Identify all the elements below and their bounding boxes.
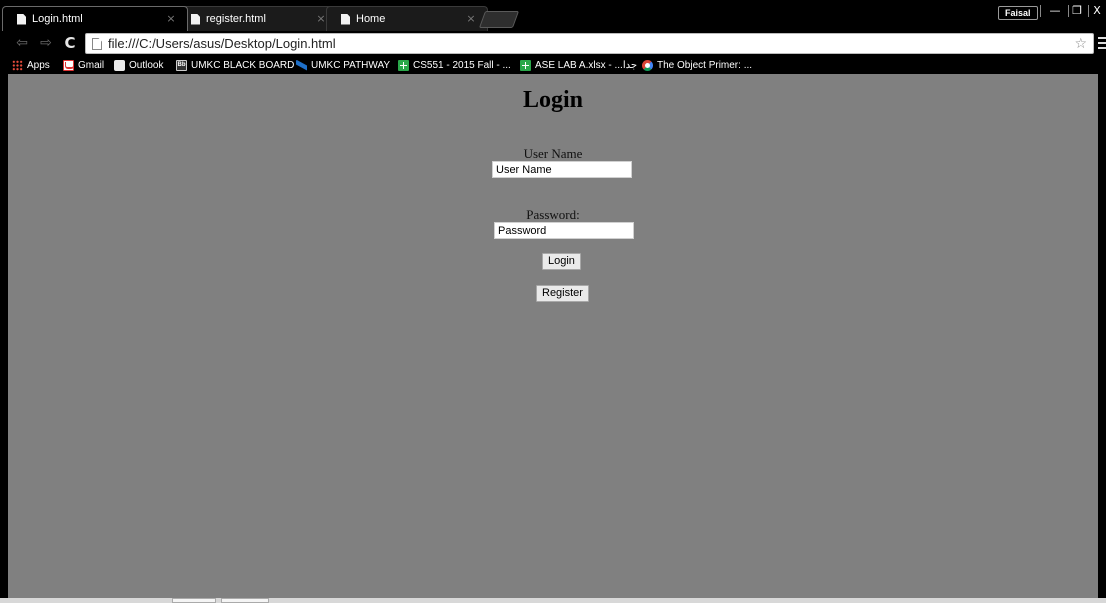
password-input[interactable] bbox=[494, 222, 634, 239]
password-label: Password: bbox=[526, 207, 580, 222]
page-viewport: Login User Name Password: Login Register bbox=[8, 74, 1098, 598]
tab-strip: Login.html × register.html × Home × Fais… bbox=[0, 0, 1106, 31]
blackboard-icon: Bb bbox=[176, 59, 187, 71]
outlook-icon bbox=[114, 59, 125, 71]
sheets-icon bbox=[520, 59, 531, 71]
username-label: User Name bbox=[523, 146, 583, 161]
bookmarks-bar: Apps Gmail Outlook Bb UMKC BLACK BOARD U… bbox=[0, 56, 1106, 74]
bookmark-apps[interactable]: Apps bbox=[12, 57, 50, 73]
google-icon bbox=[642, 59, 653, 71]
sheets-icon bbox=[398, 59, 409, 71]
bookmark-label: Gmail bbox=[78, 59, 105, 71]
tab-label: Login.html bbox=[32, 13, 83, 25]
reload-icon[interactable]: C bbox=[62, 35, 78, 51]
bookmark-label: Apps bbox=[27, 59, 50, 71]
page-icon bbox=[191, 14, 200, 25]
bookmark-cs551[interactable]: CS551 - 2015 Fall - ... bbox=[398, 57, 511, 73]
tab-register[interactable]: register.html × bbox=[176, 6, 338, 31]
taskbar-fragment bbox=[172, 598, 216, 603]
tab-label: register.html bbox=[206, 13, 266, 25]
tab-label: Home bbox=[356, 13, 386, 25]
forward-arrow-icon[interactable]: ⇨ bbox=[38, 35, 54, 51]
bookmark-label: CS551 - 2015 Fall - ... bbox=[413, 59, 511, 71]
bookmark-outlook[interactable]: Outlook bbox=[114, 57, 163, 73]
page-title: Login bbox=[522, 87, 584, 113]
bookmark-gmail[interactable]: Gmail bbox=[63, 57, 104, 73]
bookmark-ase-lab[interactable]: ASE LAB A.xlsx - ...جدا bbox=[520, 57, 637, 73]
tab-close-icon[interactable]: × bbox=[465, 7, 477, 31]
window-frame-left bbox=[0, 74, 8, 598]
restore-icon[interactable]: ❐ bbox=[1066, 3, 1088, 19]
bottom-edge-strip bbox=[0, 598, 1106, 603]
bookmark-label: Outlook bbox=[129, 59, 164, 71]
window-control-divider bbox=[1040, 5, 1041, 17]
username-input[interactable] bbox=[492, 161, 632, 178]
bookmark-label: UMKC PATHWAY bbox=[311, 59, 391, 71]
minimize-icon[interactable]: — bbox=[1044, 3, 1066, 19]
back-arrow-icon[interactable]: ⇦ bbox=[14, 35, 30, 51]
tab-close-icon[interactable]: × bbox=[165, 7, 177, 31]
tab-home[interactable]: Home × bbox=[326, 6, 488, 31]
bookmark-label: UMKC BLACK BOARD bbox=[191, 59, 295, 71]
new-tab-button[interactable] bbox=[478, 11, 520, 28]
bookmark-label: The Object Primer: ... bbox=[657, 59, 753, 71]
page-icon bbox=[341, 14, 350, 25]
menu-icon[interactable] bbox=[1098, 37, 1106, 50]
bookmark-umkc-pathway[interactable]: UMKC PATHWAY bbox=[296, 57, 390, 73]
close-window-icon[interactable]: X bbox=[1086, 3, 1106, 19]
bookmark-label: ASE LAB A.xlsx - ...جدا bbox=[535, 59, 638, 71]
login-button[interactable]: Login bbox=[542, 253, 581, 270]
page-icon bbox=[17, 14, 26, 25]
register-button[interactable]: Register bbox=[536, 285, 589, 302]
url-text[interactable]: file:///C:/Users/asus/Desktop/Login.html bbox=[108, 35, 336, 53]
bookmark-star-icon[interactable]: ☆ bbox=[1074, 35, 1087, 53]
profile-button[interactable]: Faisal bbox=[998, 6, 1038, 20]
window-frame-right bbox=[1098, 74, 1106, 598]
pathway-icon bbox=[296, 59, 307, 71]
browser-toolbar: ⇦ ⇨ C file:///C:/Users/asus/Desktop/Logi… bbox=[0, 31, 1106, 56]
bookmark-umkc-blackboard[interactable]: Bb UMKC BLACK BOARD bbox=[176, 57, 294, 73]
tab-login[interactable]: Login.html × bbox=[2, 6, 188, 31]
page-icon bbox=[92, 38, 102, 50]
address-bar[interactable]: file:///C:/Users/asus/Desktop/Login.html… bbox=[85, 33, 1094, 54]
bookmark-object-primer[interactable]: The Object Primer: ... bbox=[642, 57, 752, 73]
taskbar-fragment bbox=[221, 598, 269, 603]
gmail-icon bbox=[63, 59, 74, 71]
apps-grid-icon bbox=[12, 59, 23, 71]
